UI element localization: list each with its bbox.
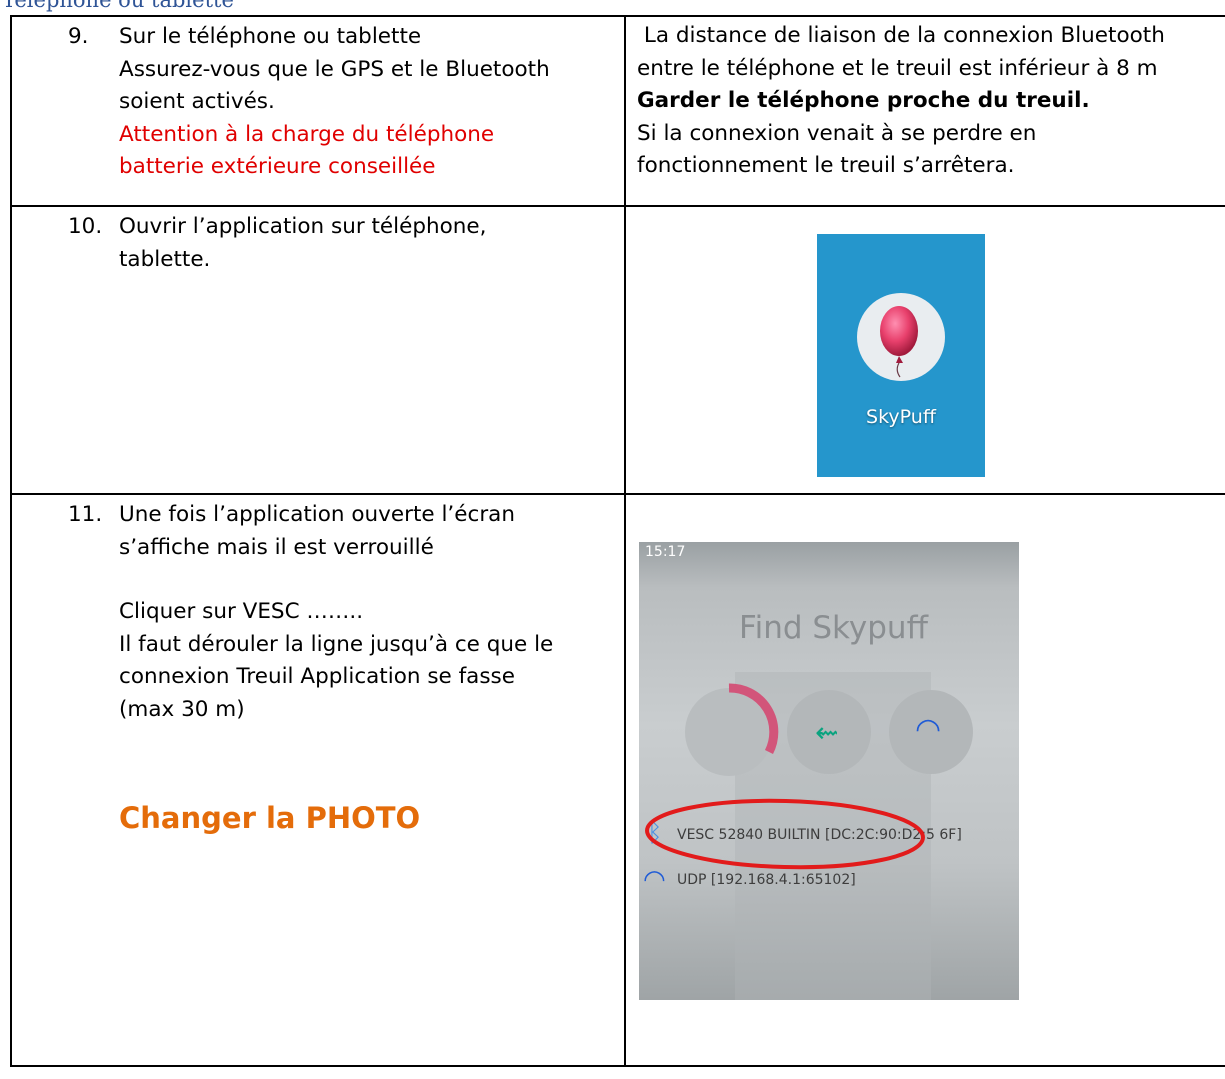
table-row: 9. Sur le téléphone ou tablette Assurez-… <box>10 15 1225 207</box>
section-heading: Téléphone ou tablette <box>2 0 234 12</box>
skypuff-app-icon: SkyPuff <box>817 234 985 477</box>
step-10-instructions: 10. Ouvrir l’application sur téléphone, … <box>10 205 626 495</box>
step-line: Ouvrir l’application sur téléphone, <box>119 214 487 239</box>
step-line: Il faut dérouler la ligne jusqu’à ce que… <box>119 631 554 657</box>
note-line: Si la connexion venait à se perdre en <box>637 120 1037 146</box>
step-line: soient activés. <box>119 89 275 114</box>
step-10-image-cell: SkyPuff <box>624 205 1225 495</box>
app-screen-photo: 15:17 Find Skypuff ⇜ ◠ ᛒ VESC 52840 BUIL… <box>639 542 1019 1000</box>
note-bold-line: Garder le téléphone proche du treuil. <box>637 88 1090 113</box>
change-photo-note: Changer la PHOTO <box>119 801 421 835</box>
step-line: Une fois l’application ouverte l’écran <box>119 502 515 527</box>
battery-warning: Attention à la charge du téléphone <box>119 121 495 147</box>
step-line: connexion Treuil Application se fasse <box>119 664 515 689</box>
step-line: (max 30 m) <box>119 696 245 722</box>
highlight-ellipse <box>645 798 925 870</box>
step-line: tablette. <box>119 246 211 272</box>
step-9-notes: La distance de liaison de la connexion B… <box>624 15 1225 207</box>
step-line: Assurez-vous que le GPS et le Bluetooth <box>119 56 550 82</box>
step-number: 10. <box>68 214 103 239</box>
balloon-icon <box>857 293 945 381</box>
step-9-instructions: 9. Sur le téléphone ou tablette Assurez-… <box>10 15 626 207</box>
table-row: 10. Ouvrir l’application sur téléphone, … <box>10 205 1225 495</box>
note-line: fonctionnement le treuil s’arrêtera. <box>637 153 1015 178</box>
steps-table: 9. Sur le téléphone ou tablette Assurez-… <box>10 15 1225 1067</box>
step-line: Sur le téléphone ou tablette <box>119 24 422 49</box>
step-line: Cliquer sur VESC …….. <box>119 599 364 624</box>
step-line: s’affiche mais il est verrouillé <box>119 534 434 560</box>
app-icon-label: SkyPuff <box>866 406 936 428</box>
table-row: 11. Une fois l’application ouverte l’écr… <box>10 493 1225 1067</box>
step-11-image-cell: 15:17 Find Skypuff ⇜ ◠ ᛒ VESC 52840 BUIL… <box>624 493 1225 1067</box>
battery-warning: batterie extérieure conseillée <box>119 154 436 179</box>
step-number: 9. <box>68 24 89 49</box>
note-line: entre le téléphone et le treuil est infé… <box>637 55 1158 81</box>
step-11-instructions: 11. Une fois l’application ouverte l’écr… <box>10 493 626 1067</box>
step-number: 11. <box>68 502 103 527</box>
note-line: La distance de liaison de la connexion B… <box>637 23 1165 48</box>
